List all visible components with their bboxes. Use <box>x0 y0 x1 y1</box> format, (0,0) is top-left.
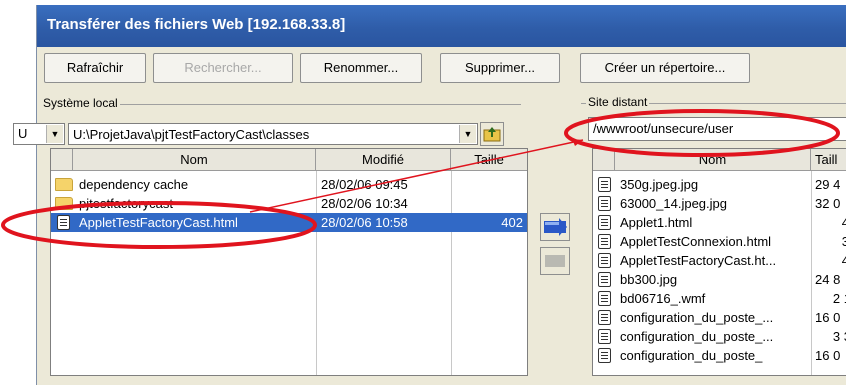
folder-up-icon <box>483 127 501 142</box>
row-size <box>453 194 523 213</box>
folder-icon <box>55 178 73 191</box>
download-button[interactable] <box>540 247 570 275</box>
row-size: 2 1 <box>832 291 846 306</box>
table-row[interactable]: configuration_du_poste_... 3 3 <box>593 327 846 346</box>
drive-value: U <box>18 126 28 141</box>
column-header-name[interactable]: Nom <box>615 149 811 171</box>
column-header-size[interactable]: Taill <box>811 149 846 171</box>
row-name: configuration_du_poste_... <box>620 310 774 325</box>
upload-button[interactable] <box>540 213 570 241</box>
row-size: 402 <box>501 215 523 230</box>
column-header-size[interactable]: Taille <box>451 149 527 171</box>
column-header-icon <box>593 149 615 171</box>
refresh-button[interactable]: Rafraîchir <box>44 53 146 83</box>
chevron-down-icon[interactable]: ▼ <box>459 125 476 143</box>
drive-select[interactable]: U ▼ <box>13 123 65 145</box>
file-icon <box>598 329 611 344</box>
file-icon <box>598 348 611 363</box>
row-size: 16 0 <box>815 348 841 363</box>
row-name: 350g.jpeg.jpg <box>620 177 699 192</box>
remote-group-label: Site distant <box>586 95 650 109</box>
remote-file-table: Nom Taill 350g.jpeg.jpg 29 4 63000_14.jp… <box>592 148 846 376</box>
local-group-label: Système local <box>41 96 120 110</box>
row-size: 3 3 <box>832 329 846 344</box>
local-path-value: U:\ProjetJava\pjtTestFactoryCast\classes <box>73 127 310 142</box>
table-row[interactable]: 350g.jpeg.jpg 29 4 <box>593 175 846 194</box>
arrow-right-icon <box>544 218 567 236</box>
remote-path-value: /wwwroot/unsecure/user <box>593 121 734 136</box>
search-button[interactable]: Rechercher... <box>153 53 293 83</box>
table-row[interactable]: configuration_du_poste_... 16 0 <box>593 308 846 327</box>
file-icon <box>598 272 611 287</box>
table-row[interactable]: 63000_14.jpeg.jpg 32 0 <box>593 194 846 213</box>
row-size: 4 <box>815 213 846 232</box>
window-title: Transférer des fichiers Web [192.168.33.… <box>47 16 346 33</box>
arrow-left-icon <box>545 255 565 267</box>
row-name: AppletTestFactoryCast.html <box>79 215 238 230</box>
parent-folder-button[interactable] <box>480 122 504 146</box>
column-header-icon <box>51 149 73 171</box>
html-file-icon <box>57 215 70 230</box>
file-icon <box>598 291 611 306</box>
row-modified: 28/02/06 10:34 <box>321 196 408 211</box>
row-name: configuration_du_poste_ <box>620 348 763 363</box>
table-row[interactable]: AppletTestFactoryCast.ht... 4 <box>593 251 846 270</box>
table-row-selected[interactable]: AppletTestFactoryCast.html 28/02/06 10:5… <box>51 213 527 232</box>
row-name: dependency cache <box>79 177 189 192</box>
row-size: 4 <box>815 251 846 270</box>
row-name: pjtestfactorycast <box>79 196 173 211</box>
row-name: configuration_du_poste_... <box>620 329 774 344</box>
row-name: bb300.jpg <box>620 272 678 287</box>
row-name: bd06716_.wmf <box>620 291 706 306</box>
row-size: 29 4 <box>815 177 841 192</box>
table-row[interactable]: AppletTestConnexion.html 3 <box>593 232 846 251</box>
table-row[interactable]: pjtestfactorycast 28/02/06 10:34 <box>51 194 527 213</box>
rename-button[interactable]: Renommer... <box>300 53 422 83</box>
row-size: 32 0 <box>815 196 841 211</box>
row-name: AppletTestFactoryCast.ht... <box>620 253 777 268</box>
file-icon <box>598 215 611 230</box>
remote-path-select[interactable]: /wwwroot/unsecure/user <box>588 117 846 141</box>
local-file-table: Nom Modifié Taille dependency cache 28/0… <box>50 148 528 376</box>
create-directory-button[interactable]: Créer un répertoire... <box>580 53 750 83</box>
row-size: 3 <box>815 232 846 251</box>
row-modified: 28/02/06 09:45 <box>321 177 408 192</box>
table-row[interactable]: configuration_du_poste_ 16 0 <box>593 346 846 365</box>
delete-button[interactable]: Supprimer... <box>440 53 560 83</box>
row-name: Applet1.html <box>620 215 693 230</box>
folder-icon <box>55 197 73 210</box>
column-header-modified[interactable]: Modifié <box>316 149 451 171</box>
row-name: 63000_14.jpeg.jpg <box>620 196 727 211</box>
file-icon <box>598 253 611 268</box>
file-icon <box>598 310 611 325</box>
table-row[interactable]: bb300.jpg 24 8 <box>593 270 846 289</box>
file-icon <box>598 196 611 211</box>
chevron-down-icon[interactable]: ▼ <box>46 125 63 143</box>
table-row[interactable]: Applet1.html 4 <box>593 213 846 232</box>
row-modified: 28/02/06 10:58 <box>321 215 408 230</box>
table-row[interactable]: dependency cache 28/02/06 09:45 <box>51 175 527 194</box>
row-size: 24 8 <box>815 272 841 287</box>
table-row[interactable]: bd06716_.wmf 2 1 <box>593 289 846 308</box>
local-path-select[interactable]: U:\ProjetJava\pjtTestFactoryCast\classes… <box>68 123 478 145</box>
title-bar: Transférer des fichiers Web [192.168.33.… <box>37 5 846 47</box>
row-name: AppletTestConnexion.html <box>620 234 772 249</box>
row-size <box>453 175 523 194</box>
column-header-name[interactable]: Nom <box>73 149 316 171</box>
file-icon <box>598 234 611 249</box>
row-size: 16 0 <box>815 310 841 325</box>
file-icon <box>598 177 611 192</box>
